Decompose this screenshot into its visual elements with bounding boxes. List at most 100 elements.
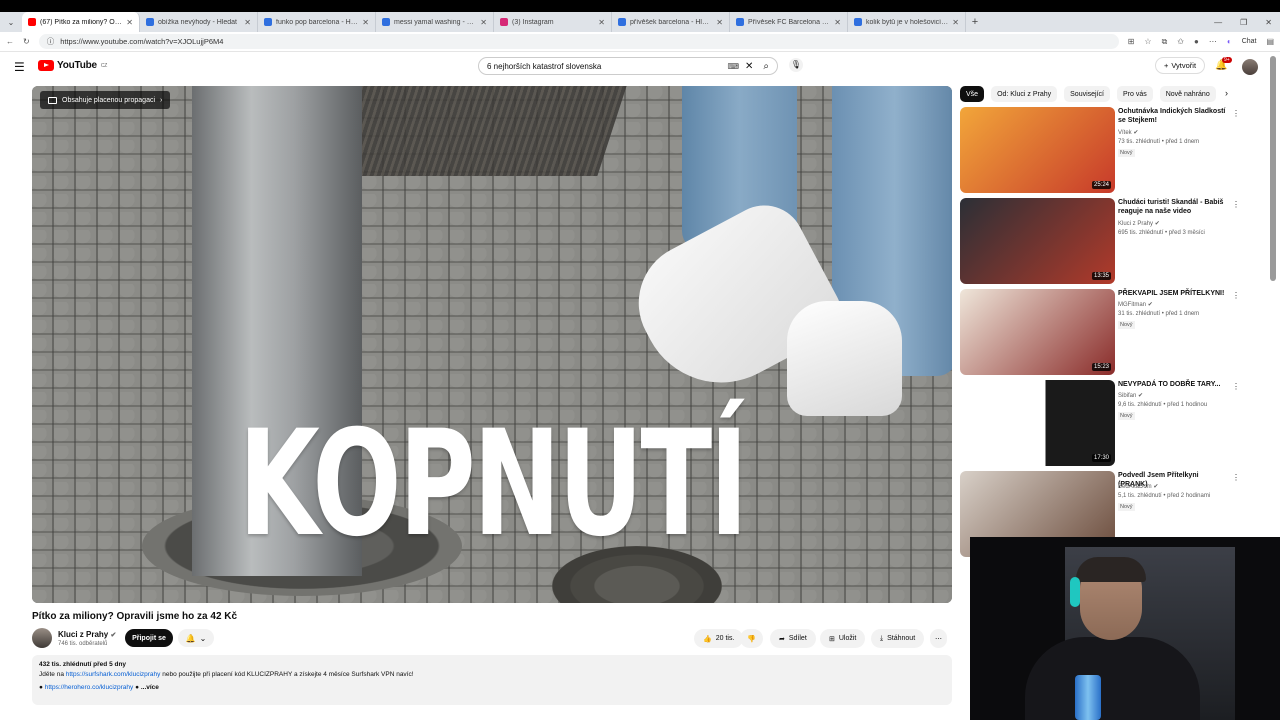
- site-info-icon[interactable]: ⓘ: [47, 36, 55, 47]
- browser-tab[interactable]: Přívěsek FC Barcelona | Klíčové o✕: [730, 12, 848, 32]
- recommended-title[interactable]: Ochutnávka Indických Sladkostí se Stejke…: [1118, 107, 1228, 125]
- recommended-channel[interactable]: MGFitman ✔: [1118, 301, 1153, 308]
- close-tab-icon[interactable]: ✕: [126, 18, 133, 27]
- video-thumbnail[interactable]: 13:35: [960, 198, 1115, 284]
- chip-from-channel[interactable]: Od: Kluci z Prahy: [991, 86, 1058, 102]
- close-tab-icon[interactable]: ✕: [244, 18, 251, 27]
- search-favicon-icon: [854, 18, 862, 26]
- chip-all[interactable]: Vše: [960, 86, 985, 102]
- chat-button[interactable]: Chat: [1242, 38, 1257, 45]
- browser-tab[interactable]: funko pop barcelona - Hledat ✕: [258, 12, 376, 32]
- favorites-icon[interactable]: ✩: [1177, 37, 1184, 46]
- verified-icon: ✔: [1133, 130, 1139, 136]
- video-thumbnail[interactable]: 25:24: [960, 107, 1115, 193]
- close-tab-icon[interactable]: ✕: [952, 18, 959, 27]
- subscriber-count: 746 tis. odběratelů: [58, 641, 108, 647]
- description-box[interactable]: 432 tis. zhlédnutí před 5 dny Jděte na h…: [32, 655, 952, 705]
- profile-icon[interactable]: ●: [1194, 37, 1199, 46]
- share-button[interactable]: ➦ Sdílet: [770, 629, 816, 648]
- dislike-button[interactable]: 👎: [740, 629, 763, 648]
- keyboard-icon[interactable]: ⌨: [727, 62, 739, 71]
- bookmark-star-icon[interactable]: ☆: [1144, 37, 1151, 46]
- paid-promotion-icon: [48, 96, 57, 104]
- channel-name[interactable]: Kluci z Prahy ✔: [58, 630, 116, 639]
- microphone-icon[interactable]: 🎙: [789, 58, 803, 72]
- surfshark-link[interactable]: https://surfshark.com/klucizprahy: [66, 671, 161, 678]
- close-window-icon[interactable]: ✕: [1265, 18, 1272, 27]
- new-tab-icon[interactable]: +: [966, 16, 984, 28]
- copilot-icon[interactable]: ◐: [1227, 37, 1232, 46]
- chip-related[interactable]: Související: [1064, 86, 1110, 102]
- browser-tab[interactable]: přívěšek barcelona - Hledat ✕: [612, 12, 730, 32]
- back-icon[interactable]: ←: [6, 37, 14, 46]
- more-menu-icon[interactable]: ⋯: [1209, 37, 1217, 46]
- minimize-icon[interactable]: —: [1214, 18, 1222, 27]
- maximize-icon[interactable]: ❐: [1240, 18, 1247, 27]
- page-scrollbar[interactable]: [1270, 56, 1276, 281]
- more-vertical-icon[interactable]: ⋮: [1232, 382, 1240, 391]
- search-input[interactable]: 6 nejhorších katastrof slovenska ⌨ ✕ ⌕: [478, 57, 778, 75]
- more-actions-button[interactable]: ⋯: [930, 629, 947, 648]
- more-vertical-icon[interactable]: ⋮: [1232, 473, 1240, 482]
- link-icon: ●: [39, 684, 43, 691]
- extensions-icon[interactable]: ⧉: [1162, 37, 1168, 47]
- more-vertical-icon[interactable]: ⋮: [1232, 291, 1240, 300]
- subscription-bell-button[interactable]: 🔔 ⌄: [178, 629, 214, 647]
- chip-recently-uploaded[interactable]: Nově nahráno: [1159, 86, 1216, 102]
- recommended-video[interactable]: 15:23 PŘEKVAPIL JSEM PŘÍTELKYNI! MGFitma…: [960, 289, 1260, 375]
- herohero-link[interactable]: https://herohero.co/klucizprahy: [45, 684, 134, 691]
- recommended-title[interactable]: Chudáci turisti! Skandál - Babiš reaguje…: [1118, 198, 1228, 216]
- save-button[interactable]: ⊞ Uložit: [820, 629, 866, 648]
- apps-icon[interactable]: ⊞: [1128, 37, 1135, 46]
- close-tab-icon[interactable]: ✕: [834, 18, 841, 27]
- webcam-lamp: [1075, 675, 1101, 720]
- join-button[interactable]: Připojit se: [125, 629, 173, 647]
- recommended-video[interactable]: 25:24 Ochutnávka Indických Sladkostí se …: [960, 107, 1260, 193]
- browser-tab[interactable]: obížka nevýhody - Hledat ✕: [140, 12, 258, 32]
- show-more-button[interactable]: ...více: [141, 684, 159, 691]
- more-vertical-icon[interactable]: ⋮: [1232, 200, 1240, 209]
- download-button[interactable]: ⤓ Stáhnout: [871, 629, 925, 648]
- recommended-title[interactable]: PŘEKVAPIL JSEM PŘÍTELKYNI!: [1118, 289, 1228, 298]
- tab-search-chevron-icon[interactable]: ⌄: [0, 18, 22, 27]
- browser-tab[interactable]: kolik bytů je v holešovicích - Hled✕: [848, 12, 966, 32]
- create-button[interactable]: + Vytvořit: [1155, 57, 1205, 74]
- browser-tab[interactable]: messi yamal washing - Hledat✕: [376, 12, 494, 32]
- verified-icon: ✔: [1138, 393, 1144, 399]
- like-button[interactable]: 👍 20 tis.: [694, 629, 744, 648]
- video-player[interactable]: Obsahuje placenou propagaci › KOPNUTÍ: [32, 86, 952, 603]
- recommended-channel[interactable]: Vítek ✔: [1118, 129, 1138, 136]
- account-avatar[interactable]: [1242, 59, 1258, 75]
- recommended-video[interactable]: 13:35 Chudáci turisti! Skandál - Babiš r…: [960, 198, 1260, 284]
- more-vertical-icon[interactable]: ⋮: [1232, 109, 1240, 118]
- browser-tab[interactable]: (3) Instagram ✕: [494, 12, 612, 32]
- chip-for-you[interactable]: Pro vás: [1117, 86, 1153, 102]
- video-thumbnail[interactable]: 15:23: [960, 289, 1115, 375]
- recommended-channel[interactable]: Sibifan ✔: [1118, 392, 1143, 399]
- close-tab-icon[interactable]: ✕: [480, 18, 487, 27]
- recommended-title[interactable]: NEVYPADÁ TO DOBŘE TARY...: [1118, 380, 1228, 389]
- toolbar-right: ⊞ ☆ ⧉ ✩ ● ⋯ ◐ Chat ▤: [1128, 37, 1274, 47]
- reload-icon[interactable]: ↻: [23, 37, 30, 46]
- close-tab-icon[interactable]: ✕: [716, 18, 723, 27]
- recommended-channel[interactable]: BedAkaDom ✔: [1118, 483, 1158, 490]
- youtube-header: ☰ YouTube CZ 6 nejhorších katastrof slove…: [0, 52, 1280, 80]
- recommended-channel[interactable]: Kluci z Prahy ✔: [1118, 220, 1160, 227]
- recommended-views: 73 tis. zhlédnutí • před 1 dnem: [1118, 139, 1200, 145]
- search-favicon-icon: [264, 18, 272, 26]
- recommended-video[interactable]: 17:30 NEVYPADÁ TO DOBŘE TARY... Sibifan …: [960, 380, 1260, 466]
- url-field[interactable]: ⓘ https://www.youtube.com/watch?v=XJOLuj…: [38, 34, 1119, 49]
- search-icon[interactable]: ⌕: [763, 61, 769, 72]
- search-favicon-icon: [618, 18, 626, 26]
- video-thumbnail[interactable]: 17:30: [960, 380, 1115, 466]
- browser-tab[interactable]: (67) Pítko za miliony? Opravil ✕: [22, 12, 140, 32]
- youtube-logo[interactable]: YouTube CZ: [38, 60, 107, 71]
- paid-promotion-label[interactable]: Obsahuje placenou propagaci ›: [40, 91, 171, 109]
- channel-avatar[interactable]: [32, 628, 52, 648]
- sidebar-toggle-icon[interactable]: ▤: [1266, 37, 1274, 46]
- close-tab-icon[interactable]: ✕: [598, 18, 605, 27]
- close-tab-icon[interactable]: ✕: [362, 18, 369, 27]
- clear-search-icon[interactable]: ✕: [745, 61, 753, 72]
- hamburger-menu-icon[interactable]: ☰: [14, 60, 25, 74]
- chevron-right-icon[interactable]: ›: [1225, 88, 1228, 98]
